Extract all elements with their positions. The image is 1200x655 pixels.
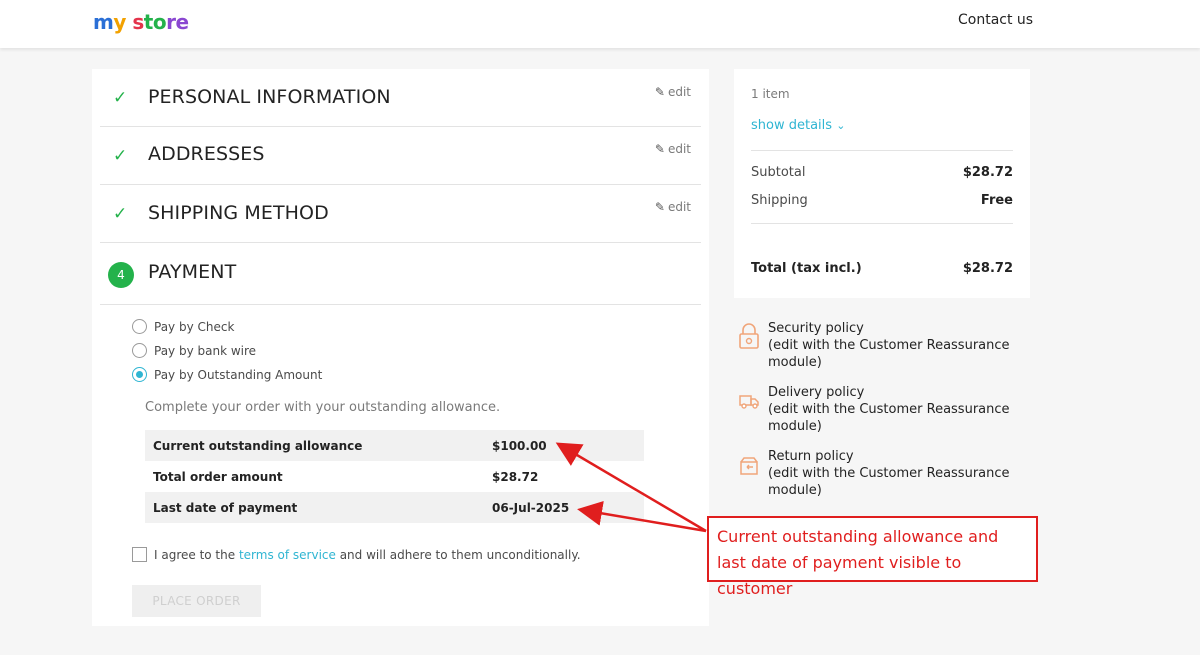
annotation-callout: Current outstanding allowance and last d… <box>707 516 1038 598</box>
annotation-line: last date of payment visible to customer <box>717 553 962 598</box>
annotation-line: Current outstanding allowance and <box>717 527 999 546</box>
